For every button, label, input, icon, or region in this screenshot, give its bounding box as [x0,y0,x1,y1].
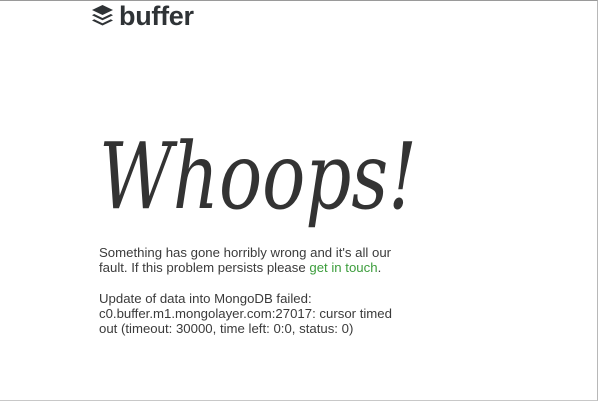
error-message: Something has gone horribly wrong and it… [99,245,399,276]
headline-text: Whoops! [99,123,417,230]
stacked-layers-icon [91,4,114,28]
error-content: Something has gone horribly wrong and it… [99,245,399,336]
page: buffer Whoops! Something has gone horrib… [0,0,598,401]
buffer-logo[interactable]: buffer [91,2,194,30]
get-in-touch-link[interactable]: get in touch [309,260,377,275]
logo-wordmark: buffer [119,1,194,31]
error-message-end: . [377,260,382,276]
error-detail: Update of data into MongoDB failed: c0.b… [99,290,392,337]
whoops-headline: Whoops! [97,96,427,236]
